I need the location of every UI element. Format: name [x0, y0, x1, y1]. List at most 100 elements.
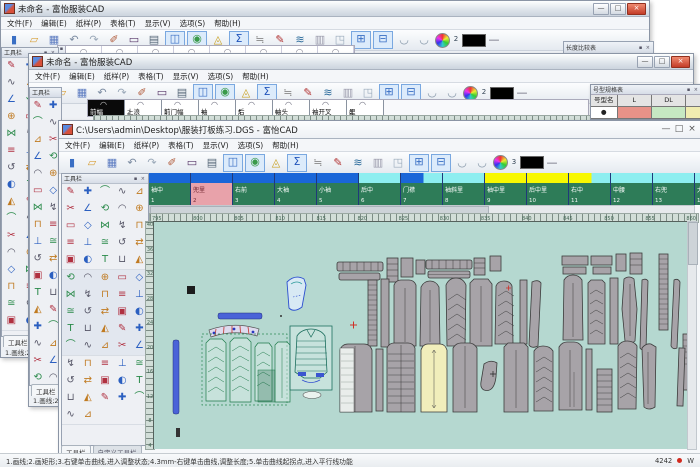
tool-icon[interactable]: ∿	[30, 336, 46, 353]
tool-icon[interactable]: ✎	[114, 321, 131, 338]
piece-tab[interactable]: ◠袖头6	[273, 100, 310, 116]
tool-icon[interactable]: ▭	[114, 270, 131, 287]
tool-icon[interactable]: ≅	[2, 296, 21, 313]
color-count-icon[interactable]: 2	[452, 32, 460, 48]
eraser-icon[interactable]: ✐	[163, 155, 181, 171]
tool-icon[interactable]: ◭	[79, 390, 96, 407]
tool-icon[interactable]: ⇄	[96, 304, 113, 321]
tool-icon[interactable]: ◠	[114, 201, 131, 218]
tool-icon[interactable]: ✎	[62, 184, 79, 201]
tool-icon[interactable]: ▣	[62, 252, 79, 269]
pattern-pieces-green[interactable]	[206, 338, 290, 402]
tool-icon[interactable]: ⊔	[79, 321, 96, 338]
tool-icon[interactable]: ✚	[30, 319, 46, 336]
menu-item[interactable]: 选项(S)	[208, 71, 234, 82]
tool-icon[interactable]: ⋈	[30, 200, 46, 217]
tool-icon[interactable]: ↯	[62, 356, 79, 373]
titlebar[interactable]: 未命名 - 富怡服装CAD — □ ×	[1, 1, 649, 17]
tool-icon[interactable]: ✚	[79, 184, 96, 201]
pattern-piece-collar-band[interactable]	[209, 325, 259, 337]
menu-item[interactable]: 帮助(H)	[214, 18, 241, 29]
tool-icon[interactable]: ▭	[62, 218, 79, 235]
piece-cell[interactable]: 兜里2	[191, 173, 233, 205]
menu-item[interactable]: 显示(V)	[173, 71, 199, 82]
tool-icon[interactable]: ⊓	[30, 217, 46, 234]
menu-item[interactable]: 帮助(H)	[242, 71, 269, 82]
titlebar[interactable]: C:\Users\admin\Desktop\服装打板练习.DGS - 富怡CA…	[59, 121, 700, 139]
piece-tab[interactable]: ◠前门幅3	[162, 100, 199, 116]
tool-icon[interactable]: ↺	[30, 251, 46, 268]
tool-icon[interactable]: ∿	[114, 184, 131, 201]
color-swatch-icon[interactable]	[462, 34, 486, 47]
size-table-data-row[interactable]: ●	[591, 107, 700, 119]
tool-icon[interactable]: ≡	[2, 143, 21, 160]
tool-icon[interactable]: ✂	[62, 201, 79, 218]
tool-icon[interactable]: ↯	[114, 218, 131, 235]
menu-item[interactable]: 显示(V)	[203, 140, 229, 151]
piece-cell[interactable]: 大袖4	[275, 173, 317, 205]
tool-icon[interactable]: ↺	[114, 235, 131, 252]
size-table-cell[interactable]	[652, 107, 686, 119]
tool-icon[interactable]: ∠	[79, 201, 96, 218]
maximize-button[interactable]: □	[654, 56, 670, 68]
tool-icon[interactable]: ⊕	[131, 201, 148, 218]
tool-icon[interactable]: ✂	[30, 353, 46, 370]
seam-b-icon[interactable]: ⊟	[431, 154, 451, 172]
canvas-vertical-scrollbar[interactable]	[687, 221, 697, 450]
tool-icon[interactable]: ⊿	[131, 184, 148, 201]
tool-icon[interactable]: ⊿	[96, 338, 113, 355]
menu-item[interactable]: 表格(T)	[168, 140, 193, 151]
size-table-cell[interactable]	[618, 107, 652, 119]
color-swatch-icon[interactable]	[490, 87, 514, 100]
titlebar[interactable]: 未命名 - 富怡服装CAD — □ ×	[29, 54, 693, 70]
menu-item[interactable]: 选项(S)	[180, 18, 206, 29]
walk-pieces-icon[interactable]: ≋	[349, 155, 367, 171]
redo-icon[interactable]: ↷	[143, 155, 161, 171]
menu-item[interactable]: 纸样(P)	[104, 71, 129, 82]
minimize-button[interactable]: —	[593, 3, 609, 15]
tool-icon[interactable]: ∠	[2, 92, 21, 109]
menu-item[interactable]: 显示(V)	[145, 18, 171, 29]
tool-icon[interactable]: ⊿	[30, 132, 46, 149]
show-piece-fill-icon[interactable]: ◉	[245, 154, 265, 172]
tool-icon[interactable]: ⊕	[2, 109, 21, 126]
menu-item[interactable]: 编辑(E)	[69, 71, 95, 82]
dock-buttons[interactable]: ▪ ×	[687, 87, 699, 93]
new-document-icon[interactable]: ▮	[5, 32, 23, 48]
tool-icon[interactable]: ◭	[96, 321, 113, 338]
tool-icon[interactable]: ≡	[96, 356, 113, 373]
color-swatch-icon[interactable]	[520, 156, 544, 169]
dock-buttons[interactable]: ▪ ×	[134, 176, 146, 182]
tool-icon[interactable]: ✚	[46, 98, 62, 115]
dock-buttons[interactable]: ▪ ×	[639, 45, 651, 51]
select-frame-icon[interactable]: ▭	[183, 155, 201, 171]
color-wheel-icon[interactable]	[435, 33, 450, 48]
tool-icon[interactable]: ⌒	[30, 115, 46, 132]
menu-item[interactable]: 表格(T)	[138, 71, 163, 82]
piece-cell[interactable]: 袖中里9	[485, 173, 527, 205]
tool-icon[interactable]: ⊥	[79, 235, 96, 252]
menu-item[interactable]: 纸样(P)	[76, 18, 101, 29]
plot-icon[interactable]: ▥	[369, 155, 387, 171]
color-wheel-icon[interactable]	[493, 155, 508, 170]
piece-cell[interactable]: 小袖5	[317, 173, 359, 205]
tool-icon[interactable]: ▣	[30, 268, 46, 285]
scroll-thumb[interactable]	[688, 222, 698, 265]
save-icon[interactable]: ▦	[103, 155, 121, 171]
tool-icon[interactable]: ✚	[114, 390, 131, 407]
tool-icon[interactable]: ◇	[2, 262, 21, 279]
tool-icon[interactable]: ⌒	[96, 184, 113, 201]
tool-icon[interactable]: ⊥	[114, 356, 131, 373]
maximize-button[interactable]: □	[673, 125, 685, 135]
pattern-piece-yellow[interactable]	[421, 344, 447, 412]
undo-icon[interactable]: ↶	[123, 155, 141, 171]
tool-icon[interactable]: ⋈	[62, 287, 79, 304]
piece-cell[interactable]: 袖中1	[149, 173, 191, 205]
swatch-dropdown-icon[interactable]: —	[546, 155, 558, 171]
maximize-button[interactable]: □	[610, 3, 626, 15]
compare-length-icon[interactable]: ≒	[309, 155, 327, 171]
dart-b-icon[interactable]: ◡	[473, 155, 491, 171]
tool-icon[interactable]: ⊕	[96, 270, 113, 287]
menu-item[interactable]: 编辑(E)	[41, 18, 67, 29]
tool-icon[interactable]: ⇄	[79, 373, 96, 390]
